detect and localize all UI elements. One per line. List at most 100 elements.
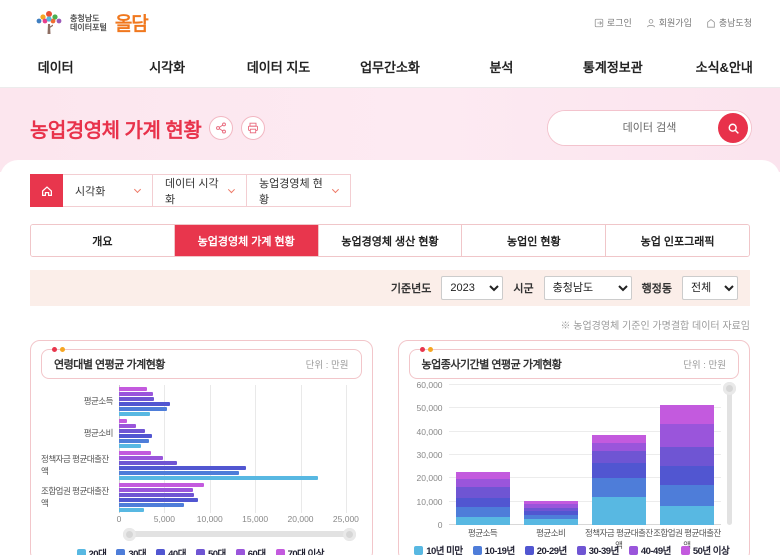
column-slot bbox=[449, 385, 517, 525]
dong-select[interactable]: 전체 bbox=[682, 276, 738, 300]
category-label: 평균소비 bbox=[517, 525, 585, 538]
category-label: 조합업권 평균대출잔액 bbox=[653, 525, 721, 538]
share-button[interactable] bbox=[209, 116, 233, 140]
legend-label: 10년 미만 bbox=[426, 543, 462, 555]
legend-item[interactable]: 10년 미만 bbox=[414, 543, 462, 555]
axis-tick-label: 20,000 bbox=[288, 514, 314, 524]
nav-item-analysis[interactable]: 분석 bbox=[446, 57, 557, 76]
category-label: 정책자금 평균대출잔액 bbox=[41, 449, 119, 481]
legend-item[interactable]: 30대 bbox=[116, 546, 146, 555]
legend-swatch bbox=[525, 546, 534, 555]
content-sheet: 시각화 데이터 시각화 농업경영체 현황 개요 농업경영체 가계 현황 농업경영… bbox=[0, 160, 780, 555]
year-select[interactable]: 2023 bbox=[441, 276, 503, 300]
segment-30-39년 bbox=[456, 487, 510, 497]
axis-tick-label: 15,000 bbox=[242, 514, 268, 524]
age-chart-category-labels: 평균소득평균소비정책자금 평균대출잔액조합업권 평균대출잔액 bbox=[41, 385, 119, 513]
bar-50대 bbox=[119, 429, 145, 433]
nav-item-news[interactable]: 소식&안내 bbox=[669, 57, 780, 76]
bar-70대 이상 bbox=[119, 419, 127, 423]
legend-label: 70대 이상 bbox=[288, 546, 324, 555]
bar-20대 bbox=[119, 476, 318, 480]
legend-item[interactable]: 40대 bbox=[156, 546, 186, 555]
slider-handle-left[interactable] bbox=[123, 528, 136, 541]
nav-item-work-simplify[interactable]: 업무간소화 bbox=[334, 57, 445, 76]
period-chart-plot bbox=[449, 385, 721, 525]
tab-farmer-status[interactable]: 농업인 현황 bbox=[461, 225, 605, 256]
legend-item[interactable]: 30-39년 bbox=[577, 543, 619, 555]
slider-track[interactable] bbox=[127, 531, 352, 537]
tab-production-status[interactable]: 농업경영체 생산 현황 bbox=[318, 225, 462, 256]
segment-40-49년 bbox=[592, 443, 646, 451]
search-icon bbox=[727, 122, 740, 135]
segment-10년 미만 bbox=[592, 497, 646, 525]
building-icon bbox=[706, 18, 716, 28]
breadcrumb-visualization[interactable]: 시각화 bbox=[63, 174, 153, 207]
bar-60대 bbox=[119, 392, 153, 396]
slider-track[interactable] bbox=[727, 385, 732, 525]
breadcrumb-agri-status[interactable]: 농업경영체 현황 bbox=[247, 174, 351, 207]
legend-item[interactable]: 20-29년 bbox=[525, 543, 567, 555]
chevron-down-icon bbox=[332, 186, 339, 193]
bar-70대 이상 bbox=[119, 451, 151, 455]
slider-handle-right[interactable] bbox=[343, 528, 356, 541]
chevron-down-icon bbox=[228, 186, 235, 193]
bar-40대 bbox=[119, 434, 152, 438]
legend-item[interactable]: 70대 이상 bbox=[276, 546, 324, 555]
column-slot bbox=[585, 385, 653, 525]
segment-40-49년 bbox=[456, 479, 510, 488]
segment-50년 이상 bbox=[592, 435, 646, 442]
bar-30대 bbox=[119, 407, 167, 411]
age-chart-legend: 20대 30대 40대 50대 60대 70대 이상 bbox=[41, 546, 360, 555]
category-label: 평균소비 bbox=[41, 417, 119, 449]
logo-name: 올담 bbox=[115, 9, 148, 36]
period-chart-y-axis: 010,00020,00030,00040,00050,00060,000 bbox=[405, 385, 449, 525]
legend-swatch bbox=[681, 546, 690, 555]
legend-swatch bbox=[156, 549, 165, 555]
sigun-select[interactable]: 충청남도 bbox=[544, 276, 632, 300]
slider-handle-top[interactable] bbox=[723, 382, 736, 395]
login-link[interactable]: 로그인 bbox=[594, 16, 632, 29]
segment-10-19년 bbox=[660, 485, 714, 506]
legend-item[interactable]: 20대 bbox=[77, 546, 107, 555]
legend-item[interactable]: 50대 bbox=[196, 546, 226, 555]
bar-20대 bbox=[119, 508, 144, 512]
legend-item[interactable]: 60대 bbox=[236, 546, 266, 555]
nav-item-data-map[interactable]: 데이터 지도 bbox=[223, 57, 334, 76]
legend-item[interactable]: 10-19년 bbox=[473, 543, 515, 555]
search-button[interactable] bbox=[718, 113, 748, 143]
legend-item[interactable]: 40-49년 bbox=[629, 543, 671, 555]
tab-household-status[interactable]: 농업경영체 가계 현황 bbox=[174, 225, 318, 256]
legend-label: 40대 bbox=[168, 546, 186, 555]
bar-20대 bbox=[119, 444, 141, 448]
office-link[interactable]: 충남도청 bbox=[706, 16, 752, 29]
period-chart-title: 농업종사기간별 연평균 가계현황 bbox=[422, 356, 562, 372]
print-button[interactable] bbox=[241, 116, 265, 140]
data-search-box bbox=[547, 110, 752, 146]
tab-infographic[interactable]: 농업 인포그래픽 bbox=[605, 225, 749, 256]
legend-label: 30-39년 bbox=[589, 543, 619, 555]
age-chart-range-slider[interactable] bbox=[127, 527, 352, 541]
decor-dots bbox=[420, 347, 433, 352]
portal-logo[interactable]: 충청남도 데이터포털 올담 bbox=[34, 8, 148, 38]
signup-link[interactable]: 회원가입 bbox=[646, 16, 692, 29]
nav-item-visualization[interactable]: 시각화 bbox=[111, 57, 222, 76]
bar-50대 bbox=[119, 461, 177, 465]
bar-60대 bbox=[119, 424, 136, 428]
nav-item-statistics[interactable]: 통계정보관 bbox=[557, 57, 668, 76]
breadcrumb-data-visualization[interactable]: 데이터 시각화 bbox=[153, 174, 247, 207]
nav-item-data[interactable]: 데이터 bbox=[0, 57, 111, 76]
period-chart-range-slider[interactable] bbox=[721, 385, 739, 525]
axis-tick-label: 5,000 bbox=[154, 514, 175, 524]
share-icon bbox=[215, 122, 227, 134]
legend-item[interactable]: 50년 이상 bbox=[681, 543, 729, 555]
home-button[interactable] bbox=[30, 174, 63, 207]
bar-group bbox=[119, 385, 360, 417]
tab-overview[interactable]: 개요 bbox=[31, 225, 174, 256]
category-label: 평균소득 bbox=[41, 385, 119, 417]
bar-50대 bbox=[119, 493, 194, 497]
age-chart-card: 연령대별 연평균 가계현황 단위 : 만원 평균소득평균소비정책자금 평균대출잔… bbox=[30, 340, 373, 555]
category-label: 평균소득 bbox=[449, 525, 517, 538]
bar-70대 이상 bbox=[119, 483, 204, 487]
segment-10년 미만 bbox=[456, 517, 510, 525]
axis-tick-label: 60,000 bbox=[417, 380, 443, 390]
